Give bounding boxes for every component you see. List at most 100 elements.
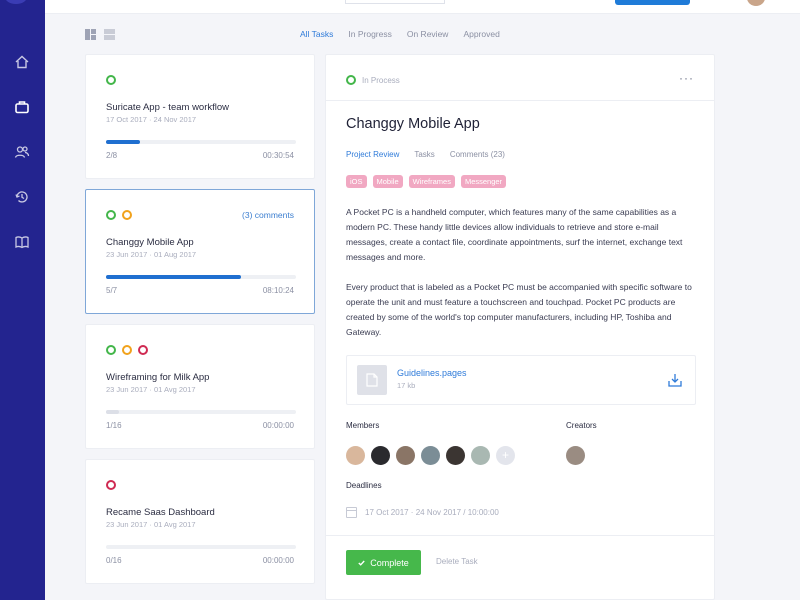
complete-button[interactable]: Complete xyxy=(346,550,421,575)
member-avatar[interactable] xyxy=(396,446,415,465)
list-view-icon[interactable] xyxy=(104,29,115,40)
task-progress-fill xyxy=(106,410,120,414)
creators-label: Creators xyxy=(566,421,597,430)
tag-list: iOS Mobile Wireframes Messenger xyxy=(346,175,507,188)
task-dates: 17 Oct 2017 · 24 Nov 2017 xyxy=(106,115,197,124)
status-dots xyxy=(106,210,132,220)
home-icon[interactable] xyxy=(12,52,32,72)
tab-in-progress[interactable]: In Progress xyxy=(348,29,391,39)
task-progress-fill xyxy=(106,140,141,144)
add-member-button[interactable]: + xyxy=(496,446,515,465)
task-dates: 23 Jun 2017 · 01 Aug 2017 xyxy=(106,250,197,259)
task-count: 5/7 xyxy=(106,286,118,295)
tab-all-tasks[interactable]: All Tasks xyxy=(300,29,333,39)
search-input[interactable] xyxy=(345,0,445,4)
task-progress xyxy=(106,410,296,414)
description-paragraph: Every product that is labeled as a Pocke… xyxy=(346,282,692,337)
status-dot-red xyxy=(106,480,116,490)
task-count: 1/16 xyxy=(106,421,122,430)
logo[interactable] xyxy=(5,0,27,4)
task-count: 2/8 xyxy=(106,151,118,160)
member-avatar[interactable] xyxy=(371,446,390,465)
detail-status-label: In Process xyxy=(362,75,400,85)
topbar xyxy=(45,0,800,14)
task-detail-panel: In Process ··· Changgy Mobile App Projec… xyxy=(325,54,715,600)
calendar-icon xyxy=(346,507,357,518)
attachment[interactable]: Guidelines.pages 17 kb xyxy=(346,355,696,405)
task-title: Changgy Mobile App xyxy=(106,237,194,248)
divider xyxy=(326,535,714,536)
detail-title: Changgy Mobile App xyxy=(346,116,480,132)
status-dot-green xyxy=(106,210,116,220)
comments-link[interactable]: (3) comments xyxy=(242,210,294,220)
tab-project-review[interactable]: Project Review xyxy=(346,150,399,159)
history-icon[interactable] xyxy=(12,187,32,207)
status-dot-green xyxy=(346,75,356,85)
task-time: 00:00:00 xyxy=(262,421,294,430)
book-icon[interactable] xyxy=(12,232,32,252)
file-name[interactable]: Guidelines.pages xyxy=(397,368,467,378)
deadline-value: 17 Oct 2017 · 24 Nov 2017 / 10:00:00 xyxy=(365,508,499,517)
tag[interactable]: iOS xyxy=(346,175,367,188)
tag[interactable]: Wireframes xyxy=(408,175,455,188)
member-avatar[interactable] xyxy=(446,446,465,465)
task-progress xyxy=(106,275,296,279)
task-title: Wireframing for Milk App xyxy=(106,372,210,383)
task-title: Suricate App - team workflow xyxy=(106,102,230,113)
status-dot-red xyxy=(138,345,148,355)
file-size: 17 kb xyxy=(397,381,416,390)
briefcase-icon[interactable] xyxy=(12,97,32,117)
member-avatar[interactable] xyxy=(471,446,490,465)
tab-on-review[interactable]: On Review xyxy=(407,29,449,39)
divider xyxy=(326,100,714,101)
download-icon[interactable] xyxy=(667,372,683,388)
task-time: 08:10:24 xyxy=(262,286,294,295)
more-options-icon[interactable]: ··· xyxy=(679,71,694,85)
creator-avatar[interactable] xyxy=(566,446,585,465)
status-dot-orange xyxy=(122,210,132,220)
task-count: 0/16 xyxy=(106,556,122,565)
task-card-selected[interactable]: (3) comments Changgy Mobile App 23 Jun 2… xyxy=(85,189,315,314)
task-card[interactable]: Wireframing for Milk App 23 Jun 2017 · 0… xyxy=(85,324,315,449)
tab-tasks[interactable]: Tasks xyxy=(414,150,434,159)
status-dot-orange xyxy=(122,345,132,355)
status-dots xyxy=(106,345,148,355)
task-time: 00:30:54 xyxy=(262,151,294,160)
task-card[interactable]: Suricate App - team workflow 17 Oct 2017… xyxy=(85,54,315,179)
new-task-button[interactable] xyxy=(615,0,690,5)
filter-tabs: All Tasks In Progress On Review Approved xyxy=(300,29,515,39)
detail-tabs: Project Review Tasks Comments (23) xyxy=(346,150,520,159)
description: A Pocket PC is a handheld computer, whic… xyxy=(346,205,696,355)
tab-comments[interactable]: Comments (23) xyxy=(450,150,505,159)
task-progress-fill xyxy=(106,275,241,279)
deadline: 17 Oct 2017 · 24 Nov 2017 / 10:00:00 xyxy=(346,507,499,518)
members-label: Members xyxy=(346,421,380,430)
task-dates: 23 Jun 2017 · 01 Avg 2017 xyxy=(106,520,196,529)
task-title: Recame Saas Dashboard xyxy=(106,507,215,518)
user-avatar[interactable] xyxy=(747,0,765,6)
status-dots xyxy=(106,75,116,85)
complete-label: Complete xyxy=(370,557,409,568)
users-icon[interactable] xyxy=(12,142,32,162)
check-icon xyxy=(358,560,365,566)
detail-status: In Process xyxy=(346,75,400,85)
delete-task-button[interactable]: Delete Task xyxy=(436,557,478,566)
description-paragraph: A Pocket PC is a handheld computer, whic… xyxy=(346,207,683,262)
status-dots xyxy=(106,480,116,490)
tag[interactable]: Mobile xyxy=(372,175,403,188)
task-time: 00:00:00 xyxy=(262,556,294,565)
status-dot-green xyxy=(106,75,116,85)
sidebar xyxy=(0,0,45,600)
deadlines-label: Deadlines xyxy=(346,481,382,490)
tag[interactable]: Messenger xyxy=(460,175,507,188)
task-progress xyxy=(106,140,296,144)
task-card[interactable]: Recame Saas Dashboard 23 Jun 2017 · 01 A… xyxy=(85,459,315,584)
grid-view-icon[interactable] xyxy=(85,29,96,40)
member-avatar[interactable] xyxy=(421,446,440,465)
task-dates: 23 Jun 2017 · 01 Avg 2017 xyxy=(106,385,196,394)
file-icon xyxy=(357,365,387,395)
member-avatar[interactable] xyxy=(346,446,365,465)
status-dot-green xyxy=(106,345,116,355)
task-progress xyxy=(106,545,296,549)
tab-approved[interactable]: Approved xyxy=(463,29,499,39)
